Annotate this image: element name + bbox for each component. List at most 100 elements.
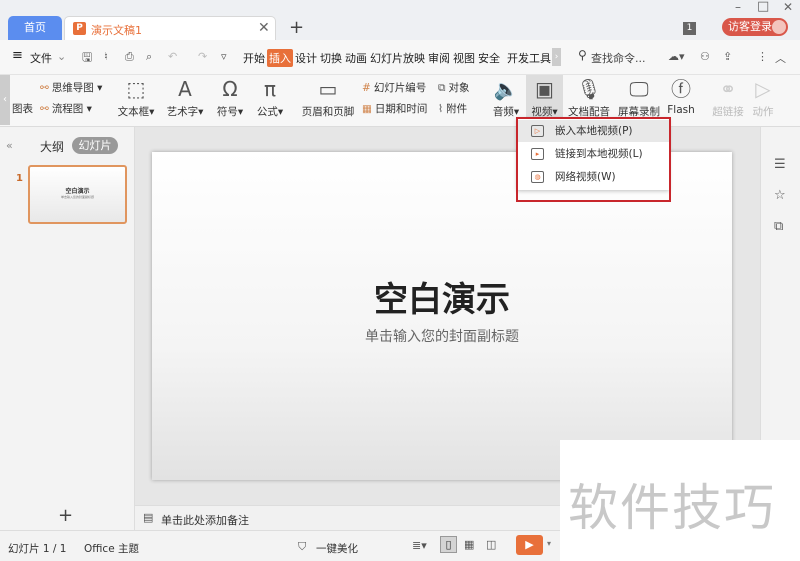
tab-insert[interactable]: 插入 [267, 49, 293, 67]
slide-number-label: 幻灯片编号 [373, 82, 427, 94]
cloud-icon[interactable]: ☁▾ [668, 50, 685, 63]
formula-button[interactable]: π 公式▾ [250, 77, 290, 119]
format-painter-icon[interactable]: ♮ [104, 50, 108, 63]
monitor-record-icon: 🖵 [629, 77, 649, 101]
tab-design[interactable]: 设计 [295, 50, 317, 66]
hyperlink-button[interactable]: ⚭ 超链接 [708, 77, 748, 119]
copy-icon[interactable]: ⧉ [774, 219, 783, 234]
redo-icon[interactable]: ↷ [198, 50, 207, 63]
slide-sorter-icon[interactable]: ▦ [464, 538, 474, 551]
mindmap-icon: ⚯ [40, 82, 49, 94]
film-icon: ▣ [535, 77, 554, 101]
print-icon[interactable]: ⎙ [125, 50, 134, 64]
collapse-ribbon-icon[interactable]: ︿ [775, 50, 786, 66]
tab-view[interactable]: 视图 [453, 50, 475, 66]
formula-label: 公式 [256, 106, 278, 118]
mindmap-button[interactable]: ⚯ 思维导图 ▾ [40, 80, 102, 95]
object-button[interactable]: ⧉ 对象 [438, 80, 470, 95]
ribbon: ‹ 图表 ⚯ 思维导图 ▾ ⚯ 流程图 ▾ ⬚ 文本框▾ A 艺术字▾ Ω 符号▾ π 公式… [0, 75, 800, 127]
datetime-label: 日期和时间 [374, 103, 428, 115]
tab-developer[interactable]: 开发工具 [507, 50, 551, 66]
search-icon: ⚲ [578, 48, 587, 62]
slide-thumbnail[interactable]: 空白演示 单击输入您的封面副标题 [28, 165, 127, 224]
share-icon[interactable]: ⇪ [723, 50, 732, 63]
hamburger-icon[interactable]: ≡ [12, 48, 23, 63]
flowchart-label: 流程图 [51, 103, 84, 115]
attachment-button[interactable]: ⌇ 附件 [438, 101, 467, 116]
slide-subtitle[interactable]: 单击输入您的封面副标题 [152, 326, 732, 346]
play-slideshow-button[interactable]: ▶ [516, 535, 543, 555]
ribbon-scroll-left[interactable]: ‹ [0, 75, 10, 125]
minimize-button[interactable]: – [735, 0, 741, 14]
paperclip-icon: ⌇ [438, 103, 444, 115]
tab-review[interactable]: 审阅 [428, 50, 450, 66]
quick-access-more-icon[interactable]: ▿ [221, 50, 227, 63]
tab-animation[interactable]: 动画 [345, 50, 367, 66]
reading-view-icon[interactable]: ◫ [486, 538, 496, 551]
undo-icon[interactable]: ↶ [168, 50, 177, 63]
beautify-icon: ⛉ [298, 540, 307, 553]
notes-icon: ▤ [143, 511, 154, 524]
star-icon[interactable]: ☆ [774, 188, 786, 203]
flash-button[interactable]: ⓕ Flash [664, 77, 698, 116]
more-icon[interactable]: ⋮ [757, 50, 768, 63]
action-button[interactable]: ▷ 动作 [748, 77, 778, 119]
highlight-box [516, 117, 671, 202]
file-menu[interactable]: 文件 [30, 50, 52, 66]
wordart-icon: A [178, 77, 192, 101]
chart-button[interactable]: 图表 [12, 101, 33, 116]
header-footer-button[interactable]: ▭ 页眉和页脚 [298, 77, 358, 119]
tab-slides[interactable]: 幻灯片 [72, 137, 118, 154]
object-icon: ⧉ [438, 82, 446, 94]
doc-dub-button[interactable]: 🎙 文档配音 [566, 77, 612, 119]
notes-placeholder[interactable]: 单击此处添加备注 [161, 512, 249, 528]
datetime-button[interactable]: ▦ 日期和时间 [362, 101, 427, 116]
wordart-button[interactable]: A 艺术字▾ [163, 77, 207, 119]
watermark-text: 软件技巧 [568, 479, 776, 537]
close-window-button[interactable]: ✕ [783, 0, 793, 14]
tab-slideshow[interactable]: 幻灯片放映 [370, 50, 425, 66]
tab-document[interactable]: P 演示文稿1 ✕ [64, 16, 276, 40]
tab-outline[interactable]: 大纲 [40, 138, 64, 155]
tab-transition[interactable]: 切换 [320, 50, 342, 66]
slideshow-options-icon[interactable]: ▾ [547, 539, 551, 548]
more-tabs-button[interactable]: › [552, 48, 561, 66]
slide-number-button[interactable]: # 幻灯片编号 [362, 80, 426, 95]
symbol-button[interactable]: Ω 符号▾ [210, 77, 250, 119]
collapse-panel-icon[interactable]: « [6, 139, 13, 152]
link-icon: ⚭ [719, 77, 737, 101]
tab-start[interactable]: 开始 [243, 50, 265, 66]
watermark: 软件技巧 [560, 440, 800, 561]
save-icon[interactable]: 🖫 [82, 48, 92, 69]
flash-icon: ⓕ [671, 77, 691, 101]
login-button[interactable]: 访客登录 [722, 18, 788, 36]
search-command[interactable]: 查找命令... [591, 50, 646, 66]
window-count-badge[interactable]: 1 [683, 22, 696, 35]
login-label: 访客登录 [728, 20, 772, 33]
doc-tab-title: 演示文稿1 [91, 24, 142, 37]
menu-bar: ≡ 文件 ⌄ 🖫 ♮ ⎙ ⌕ ↶ ↷ ▿ 开始 插入 设计 切换 动画 幻灯片放… [0, 40, 800, 75]
print-preview-icon[interactable]: ⌕ [146, 50, 152, 64]
add-slide-button[interactable]: + [58, 505, 73, 526]
microphone-icon: 🎙 [576, 77, 602, 101]
beautify-button[interactable]: 一键美化 [316, 541, 358, 556]
normal-view-icon[interactable]: ▯ [440, 536, 457, 553]
textbox-label: 文本框 [117, 106, 150, 118]
textbox-button[interactable]: ⬚ 文本框▾ [114, 77, 158, 119]
share-user-icon[interactable]: ⚇ [700, 50, 710, 63]
close-tab-icon[interactable]: ✕ [258, 20, 270, 36]
tab-home[interactable]: 首页 [8, 16, 62, 40]
slide-number-icon: # [362, 82, 371, 94]
maximize-button[interactable]: □ [757, 0, 769, 14]
presentation-icon: P [73, 22, 86, 35]
flowchart-button[interactable]: ⚯ 流程图 ▾ [40, 101, 92, 116]
audio-button[interactable]: 🔈 音频▾ [488, 77, 524, 119]
screen-record-button[interactable]: 🖵 屏幕录制 [616, 77, 662, 119]
tab-security[interactable]: 安全 [478, 50, 500, 66]
slide-title[interactable]: 空白演示 [152, 272, 732, 321]
audio-label: 音频 [492, 106, 514, 118]
mindmap-label: 思维导图 [51, 82, 94, 94]
notes-toggle-icon[interactable]: ≣▾ [412, 539, 427, 552]
new-tab-button[interactable]: + [289, 17, 304, 38]
settings-sliders-icon[interactable]: ☰ [774, 157, 786, 172]
